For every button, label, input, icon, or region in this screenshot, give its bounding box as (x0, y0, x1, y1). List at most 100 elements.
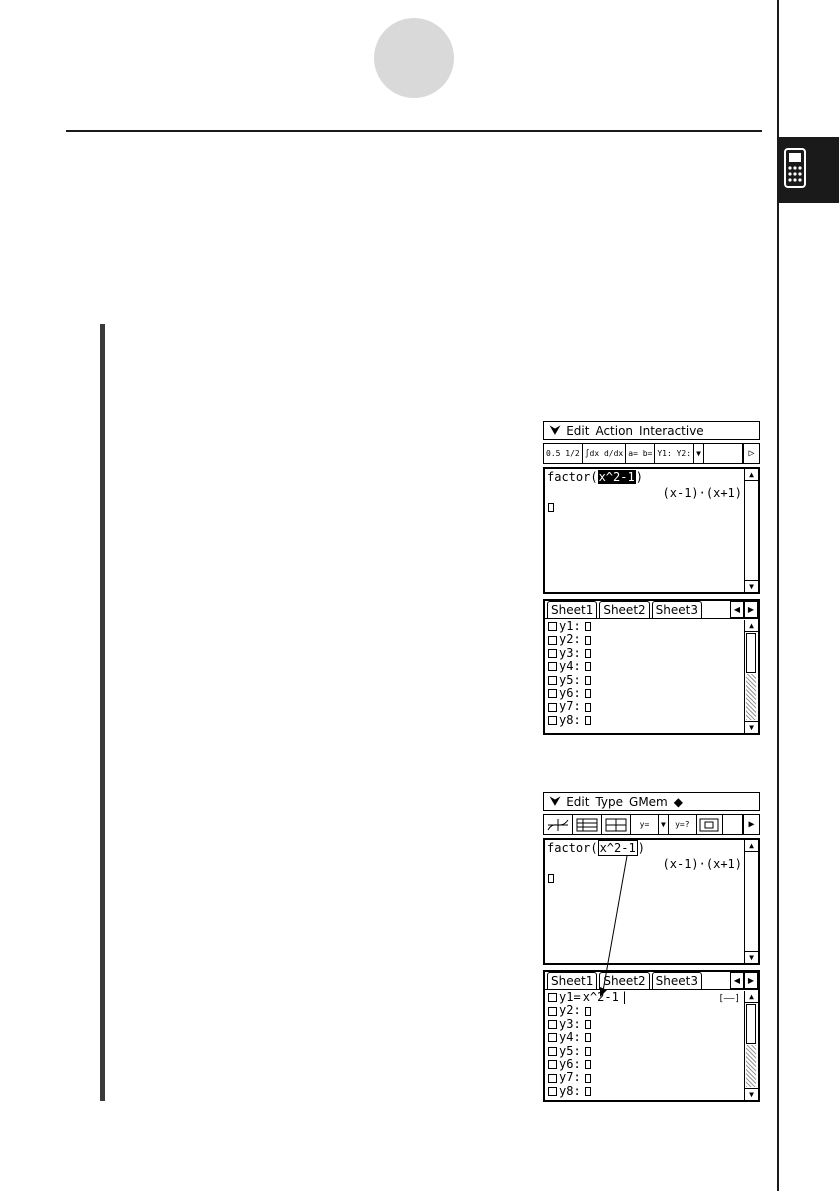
scroll-up-icon[interactable]: ▲ (745, 620, 758, 632)
graph-scrollbar[interactable]: ▲ ▼ (744, 991, 758, 1100)
scroll-track[interactable] (746, 1045, 756, 1087)
checkbox[interactable] (548, 662, 557, 672)
work-area[interactable]: factor(x^2-1) (x-1)·(x+1) ▲ ▼ (543, 467, 760, 594)
function-row[interactable]: y8: (548, 1084, 758, 1098)
menu-interactive[interactable]: Interactive (639, 424, 704, 438)
graph-type-button[interactable]: y= (631, 815, 659, 834)
tab-right-icon[interactable]: ▶ (744, 601, 758, 618)
input-cursor (548, 874, 554, 883)
tab-sheet2[interactable]: Sheet2 (599, 601, 650, 618)
chapter-marker-circle (374, 18, 454, 98)
scroll-down-icon[interactable]: ▼ (745, 951, 758, 963)
selected-expression[interactable]: x^2-1 (597, 470, 636, 484)
checkbox[interactable] (548, 649, 557, 659)
function-row[interactable]: y1: (548, 619, 758, 633)
toolbar-button-decimal[interactable]: 0.5 1/2 (544, 444, 583, 463)
scroll-track[interactable] (746, 674, 756, 720)
checkbox[interactable] (548, 1020, 557, 1030)
function-row[interactable]: y2: (548, 1003, 758, 1017)
checkbox[interactable] (548, 1033, 557, 1043)
summary-table-icon[interactable] (602, 815, 631, 834)
scroll-up-icon[interactable]: ▲ (745, 991, 758, 1003)
tab-left-icon[interactable]: ◀ (730, 601, 744, 618)
tab-sheet3[interactable]: Sheet3 (651, 972, 702, 989)
checkbox[interactable] (548, 689, 557, 699)
function-row[interactable]: y4: (548, 659, 758, 673)
tab-right-icon[interactable]: ▶ (744, 972, 758, 989)
scroll-down-icon[interactable]: ▼ (745, 1088, 758, 1100)
scroll-up-icon[interactable]: ▲ (745, 840, 758, 852)
scroll-thumb[interactable] (746, 633, 756, 673)
function-row[interactable]: y5: (548, 673, 758, 687)
toolbar-scroll-right-icon[interactable]: ▶ (743, 815, 759, 834)
toolbar-scroll-right-icon[interactable]: ▷ (743, 444, 759, 463)
tab-sheet3[interactable]: Sheet3 (651, 601, 702, 618)
toolbar-button-calculus[interactable]: ∫dx d/dx (583, 444, 627, 463)
graph-scrollbar[interactable]: ▲ ▼ (744, 620, 758, 733)
row-value[interactable]: x^2-1 (583, 990, 619, 1004)
graph-type-query-button[interactable]: y=? (669, 815, 697, 834)
checkbox[interactable] (548, 1046, 557, 1056)
line-style-indicator[interactable]: [——] (718, 994, 740, 1004)
function-row[interactable]: y5: (548, 1044, 758, 1058)
menu-type[interactable]: Type (595, 795, 623, 809)
graph-editor-window: Sheet1 Sheet2 Sheet3 ◀ ▶ y1: y2: y3: y4:… (543, 599, 760, 735)
scroll-down-icon[interactable]: ▼ (745, 721, 758, 733)
function-row[interactable]: y2: (548, 632, 758, 646)
graph-window-icon[interactable] (544, 815, 573, 834)
checkbox[interactable] (548, 1073, 557, 1083)
function-row[interactable]: y3: (548, 646, 758, 660)
function-row[interactable]: y7: (548, 700, 758, 713)
function-row[interactable]: y3: (548, 1016, 758, 1031)
dropdown-arrow-icon[interactable]: ▼ (694, 444, 704, 463)
row-cursor (584, 1033, 591, 1043)
checkbox[interactable] (548, 622, 557, 632)
input-line: factor(x^2-1) (547, 840, 645, 856)
function-row[interactable]: y6: (548, 686, 758, 700)
dropdown-arrow-icon[interactable]: ▼ (659, 815, 669, 834)
checkbox[interactable] (548, 635, 557, 645)
output-line: (x-1)·(x+1) (662, 486, 742, 500)
checkbox[interactable] (548, 675, 557, 685)
toolbar-button-assign[interactable]: a= b= (626, 444, 656, 463)
checkbox[interactable] (548, 993, 557, 1003)
function-row[interactable]: y8: (548, 713, 758, 727)
function-row[interactable]: y7: (548, 1071, 758, 1084)
diamond-icon[interactable]: ◆ (674, 795, 683, 809)
menu-edit[interactable]: Edit (566, 795, 589, 809)
scroll-down-icon[interactable]: ▼ (745, 580, 758, 592)
checkbox[interactable] (548, 716, 557, 726)
toolbar-empty (723, 815, 743, 834)
work-scrollbar[interactable]: ▲ ▼ (744, 469, 758, 592)
work-area[interactable]: factor(x^2-1) (x-1)·(x+1) ▲ ▼ (543, 838, 760, 965)
tab-sheet1[interactable]: Sheet1 (547, 601, 598, 618)
row-label: y6: (559, 1057, 581, 1072)
row-label: y3: (559, 1016, 581, 1031)
calculator-icon (784, 148, 806, 188)
scroll-up-icon[interactable]: ▲ (745, 469, 758, 481)
dragged-expression[interactable]: x^2-1 (597, 840, 638, 856)
menu-edit[interactable]: Edit (566, 424, 589, 438)
zoom-icon[interactable] (697, 815, 723, 834)
scroll-thumb[interactable] (746, 1004, 756, 1044)
tab-sheet1[interactable]: Sheet1 (547, 972, 598, 989)
menu-chevron-icon[interactable]: ⮟ (550, 794, 560, 809)
function-row[interactable]: y6: (548, 1057, 758, 1072)
checkbox[interactable] (548, 1006, 557, 1016)
function-row[interactable]: y4: (548, 1030, 758, 1044)
checkbox[interactable] (548, 1087, 557, 1097)
tab-sheet2[interactable]: Sheet2 (599, 972, 650, 989)
input-suffix: ) (637, 841, 645, 855)
toolbar-button-graph-editor[interactable]: Y1: Y2: (655, 444, 695, 463)
checkbox[interactable] (548, 1060, 557, 1070)
table-icon[interactable] (573, 815, 602, 834)
menu-action[interactable]: Action (595, 424, 633, 438)
checkbox[interactable] (548, 702, 557, 712)
row-cursor (584, 649, 591, 659)
row-cursor (584, 635, 591, 645)
work-scrollbar[interactable]: ▲ ▼ (744, 840, 758, 963)
menu-chevron-icon[interactable]: ⮟ (550, 423, 560, 438)
tab-left-icon[interactable]: ◀ (730, 972, 744, 989)
menu-gmem[interactable]: GMem (629, 795, 668, 809)
function-list: y1: y2: y3: y4: y5: y6: y7: y8: (545, 619, 758, 727)
